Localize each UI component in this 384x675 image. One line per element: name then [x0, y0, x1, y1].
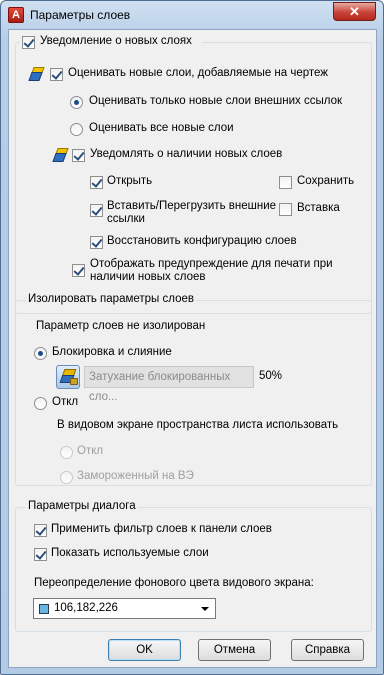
- ok-button[interactable]: OK: [108, 639, 181, 661]
- locked-layer-fading-value: 50%: [259, 370, 283, 382]
- open-checkbox[interactable]: [90, 176, 103, 189]
- dialog-body: Уведомление о новых слоях Оценивать новы…: [8, 29, 377, 668]
- evaluate-checkbox[interactable]: [50, 68, 63, 81]
- notify-new-layers-checkbox[interactable]: [72, 149, 85, 162]
- autocad-app-icon: A: [8, 7, 24, 23]
- notify-new-layers-label: Уведомлять о наличии новых слоев: [90, 148, 283, 160]
- close-button[interactable]: ✕: [333, 2, 376, 21]
- plot-warning-checkbox[interactable]: [72, 264, 85, 277]
- cancel-button[interactable]: Отмена: [198, 639, 271, 661]
- notify-layer-icon: [52, 147, 69, 163]
- color-swatch-icon: [39, 604, 49, 614]
- radio-xref-only[interactable]: [70, 96, 83, 109]
- locked-layer-fade-icon: [56, 365, 80, 389]
- locked-layer-fading-slider[interactable]: Затухание блокированных сло...: [84, 366, 254, 403]
- show-used-layers-label: Показать используемые слои: [51, 547, 209, 559]
- show-used-layers-checkbox[interactable]: [34, 548, 47, 561]
- help-button[interactable]: Справка: [291, 639, 364, 661]
- bg-color-value: 106,182,226: [54, 602, 118, 614]
- insert-checkbox[interactable]: [279, 203, 292, 216]
- plot-warning-label-line1: Отображать предупреждение для печати при: [90, 258, 333, 270]
- restore-layer-state-checkbox[interactable]: [90, 236, 103, 249]
- chevron-down-icon: [201, 607, 209, 611]
- radio-lock-and-fade-label: Блокировка и слияние: [52, 346, 172, 358]
- radio-lock-and-fade[interactable]: [34, 347, 47, 360]
- isolate-status-text: Параметр слоев не изолирован: [36, 320, 206, 332]
- notify-group-checkbox[interactable]: [22, 36, 35, 49]
- insert-reload-xrefs-checkbox[interactable]: [90, 204, 103, 217]
- radio-vp-off[interactable]: [60, 446, 73, 459]
- dialog-settings-group-title: Параметры диалога: [26, 500, 138, 512]
- new-layer-icon: [28, 66, 45, 82]
- radio-all-new-label: Оценивать все новые слои: [89, 122, 234, 134]
- plot-warning-label-line2: наличии новых слоев: [90, 271, 206, 283]
- notify-group-header[interactable]: Уведомление о новых слоях: [20, 34, 202, 50]
- radio-all-new[interactable]: [70, 123, 83, 136]
- insert-reload-xrefs-label-line2: ссылки: [107, 213, 145, 225]
- title-bar[interactable]: A Параметры слоев ✕: [1, 1, 383, 29]
- radio-xref-only-label: Оценивать только новые слои внешних ссыл…: [89, 95, 343, 107]
- apply-filter-checkbox[interactable]: [34, 524, 47, 537]
- open-label: Открыть: [107, 175, 153, 187]
- dialog-window: A Параметры слоев ✕ Уведомление о новых …: [0, 0, 384, 675]
- radio-isolate-off-label: Откл: [52, 396, 79, 408]
- radio-vp-frozen[interactable]: [60, 471, 73, 484]
- insert-reload-xrefs-label-line1: Вставить/Перегрузить внешние: [107, 200, 277, 212]
- bg-color-dropdown[interactable]: 106,182,226: [33, 598, 216, 619]
- evaluate-label: Оценивать новые слои, добавляемые на чер…: [68, 67, 328, 79]
- save-checkbox[interactable]: [279, 176, 292, 189]
- isolate-group-title: Изолировать параметры слоев: [26, 293, 197, 305]
- apply-filter-label: Применить фильтр слоев к панели слоев: [51, 523, 272, 535]
- restore-layer-state-label: Восстановить конфигурацию слоев: [107, 235, 297, 247]
- radio-isolate-off[interactable]: [34, 397, 47, 410]
- bg-override-label: Переопределение фонового цвета видового …: [34, 577, 314, 589]
- radio-vp-frozen-label: Замороженный на ВЭ: [77, 470, 194, 482]
- radio-vp-off-label: Откл: [77, 445, 104, 457]
- save-label: Сохранить: [297, 175, 355, 187]
- notify-group-label: Уведомление о новых слоях: [40, 35, 192, 47]
- window-title: Параметры слоев: [30, 8, 131, 22]
- viewport-use-label: В видовом экране пространства листа испо…: [57, 419, 339, 431]
- insert-label: Вставка: [297, 202, 340, 214]
